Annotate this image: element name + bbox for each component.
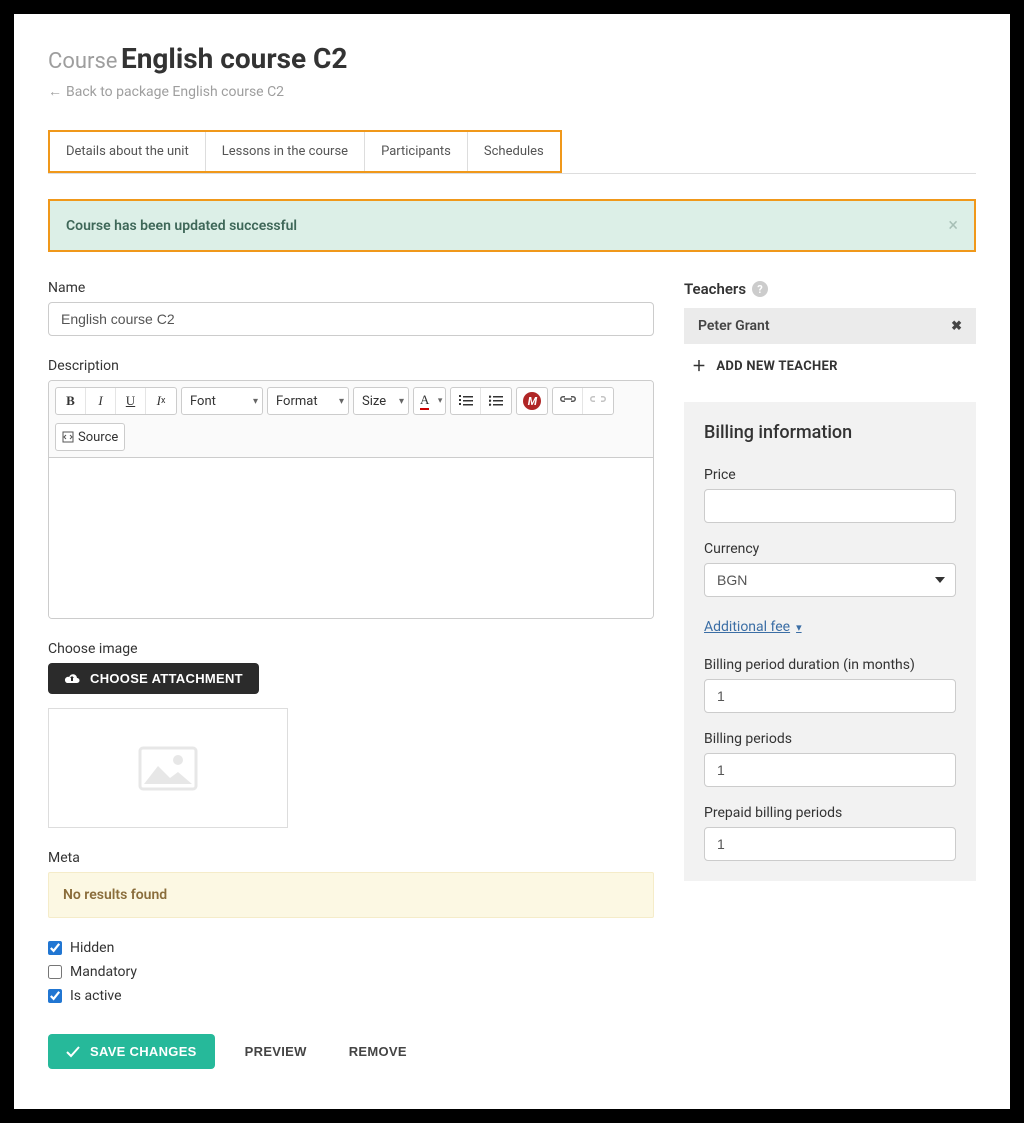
page-label: Course — [48, 49, 117, 74]
periods-input[interactable] — [704, 753, 956, 787]
alert-text: Course has been updated successful — [66, 218, 297, 234]
name-input[interactable] — [48, 302, 654, 336]
additional-fee-toggle[interactable]: Additional fee — [704, 619, 802, 635]
hidden-label[interactable]: Hidden — [70, 940, 114, 956]
currency-label: Currency — [704, 541, 956, 557]
add-teacher-button[interactable]: ＋ ADD NEW TEACHER — [684, 344, 976, 388]
bulleted-list-icon[interactable] — [481, 388, 511, 414]
prepaid-label: Prepaid billing periods — [704, 805, 956, 821]
rich-text-editor: B I U Ix Font Format Size — [48, 380, 654, 619]
image-placeholder — [48, 708, 288, 828]
page-header: Course English course C2 — [48, 42, 976, 75]
source-button[interactable]: Source — [56, 424, 124, 450]
tab-details[interactable]: Details about the unit — [50, 132, 206, 171]
choose-attachment-label: CHOOSE ATTACHMENT — [90, 671, 243, 686]
billing-title: Billing information — [704, 422, 956, 443]
choose-image-label: Choose image — [48, 641, 654, 657]
price-input[interactable] — [704, 489, 956, 523]
unlink-icon[interactable] — [583, 388, 613, 414]
numbered-list-icon[interactable] — [451, 388, 481, 414]
choose-attachment-button[interactable]: CHOOSE ATTACHMENT — [48, 663, 259, 694]
prepaid-input[interactable] — [704, 827, 956, 861]
meta-label: Meta — [48, 850, 654, 866]
name-label: Name — [48, 280, 654, 296]
back-link[interactable]: Back to package English course C2 — [48, 83, 284, 100]
source-label: Source — [78, 430, 118, 445]
plus-icon: ＋ — [692, 356, 706, 376]
remove-format-icon[interactable]: Ix — [146, 388, 176, 414]
currency-select[interactable]: BGN — [704, 563, 956, 597]
size-dropdown[interactable]: Size — [354, 388, 408, 414]
cloud-upload-icon — [64, 673, 80, 685]
tabs: Details about the unit Lessons in the co… — [48, 130, 562, 173]
additional-fee-label: Additional fee — [704, 619, 790, 635]
format-dropdown[interactable]: Format — [268, 388, 348, 414]
tab-schedules[interactable]: Schedules — [468, 132, 560, 171]
preview-button[interactable]: PREVIEW — [233, 1034, 319, 1069]
description-label: Description — [48, 358, 654, 374]
hidden-checkbox[interactable] — [48, 941, 62, 955]
mandatory-label[interactable]: Mandatory — [70, 964, 137, 980]
duration-label: Billing period duration (in months) — [704, 657, 956, 673]
price-label: Price — [704, 467, 956, 483]
image-icon — [138, 746, 198, 791]
bold-icon[interactable]: B — [56, 388, 86, 414]
tab-lessons[interactable]: Lessons in the course — [206, 132, 365, 171]
teacher-name: Peter Grant — [698, 318, 770, 334]
teachers-label: Teachers — [684, 280, 746, 298]
tab-participants[interactable]: Participants — [365, 132, 468, 171]
teacher-row: Peter Grant ✖ — [684, 308, 976, 344]
periods-label: Billing periods — [704, 731, 956, 747]
active-label[interactable]: Is active — [70, 988, 122, 1004]
back-text: Back to package English course C2 — [66, 84, 284, 100]
check-icon — [66, 1046, 80, 1058]
billing-panel: Billing information Price Currency BGN A… — [684, 402, 976, 881]
duration-input[interactable] — [704, 679, 956, 713]
remove-button[interactable]: REMOVE — [337, 1034, 419, 1069]
underline-icon[interactable]: U — [116, 388, 146, 414]
save-label: SAVE CHANGES — [90, 1044, 197, 1059]
editor-body[interactable] — [49, 458, 653, 618]
course-edit-page: Course English course C2 Back to package… — [14, 14, 1010, 1109]
mandatory-checkbox[interactable] — [48, 965, 62, 979]
remove-teacher-icon[interactable]: ✖ — [951, 319, 962, 334]
page-title: English course C2 — [121, 42, 347, 75]
help-icon[interactable]: ? — [752, 281, 768, 297]
media-icon[interactable]: M — [517, 388, 547, 414]
link-icon[interactable] — [553, 388, 583, 414]
close-icon[interactable]: × — [948, 215, 958, 236]
arrow-left-icon — [48, 83, 62, 100]
success-alert: Course has been updated successful × — [48, 199, 976, 252]
save-button[interactable]: SAVE CHANGES — [48, 1034, 215, 1069]
text-color-icon[interactable]: A — [414, 388, 445, 414]
font-dropdown[interactable]: Font — [182, 388, 262, 414]
active-checkbox[interactable] — [48, 989, 62, 1003]
add-teacher-label: ADD NEW TEACHER — [716, 359, 837, 374]
italic-icon[interactable]: I — [86, 388, 116, 414]
no-results-box: No results found — [48, 872, 654, 918]
